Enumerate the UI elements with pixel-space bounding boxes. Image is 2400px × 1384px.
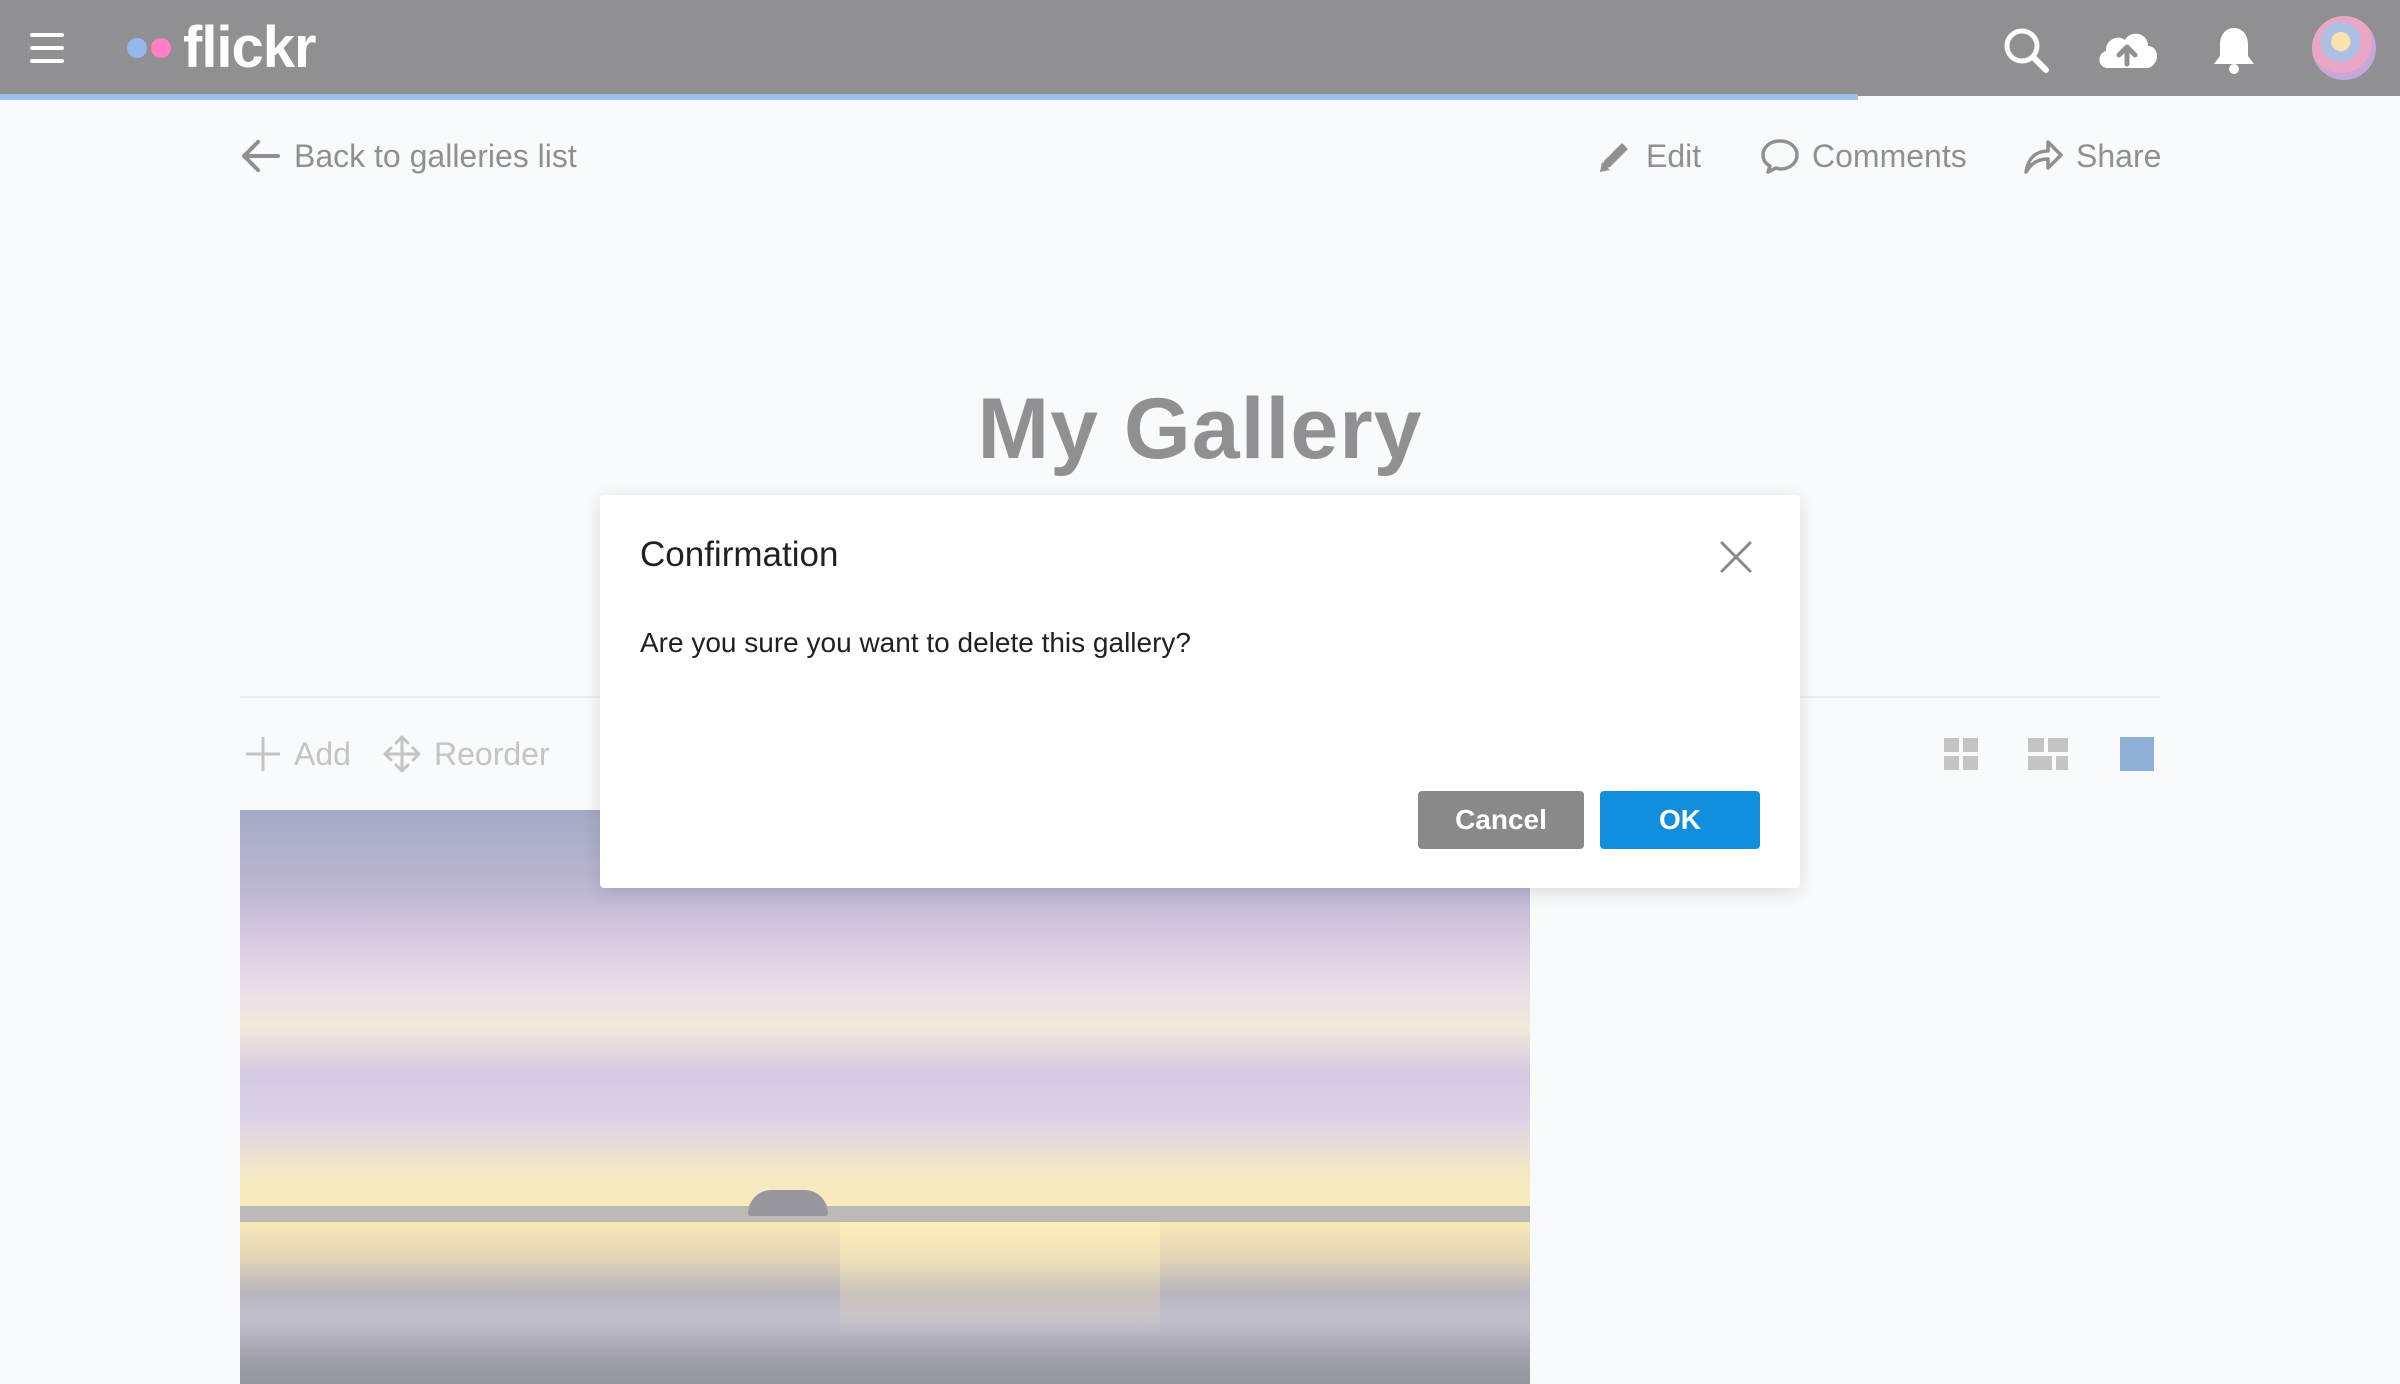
close-icon[interactable] <box>1718 539 1754 575</box>
dialog-message: Are you sure you want to delete this gal… <box>640 627 1191 658</box>
ok-button[interactable]: OK <box>1600 791 1760 849</box>
dialog-title: Confirmation <box>640 535 839 574</box>
cancel-button[interactable]: Cancel <box>1418 791 1584 849</box>
confirmation-dialog: Confirmation Are you sure you want to de… <box>600 495 1800 888</box>
